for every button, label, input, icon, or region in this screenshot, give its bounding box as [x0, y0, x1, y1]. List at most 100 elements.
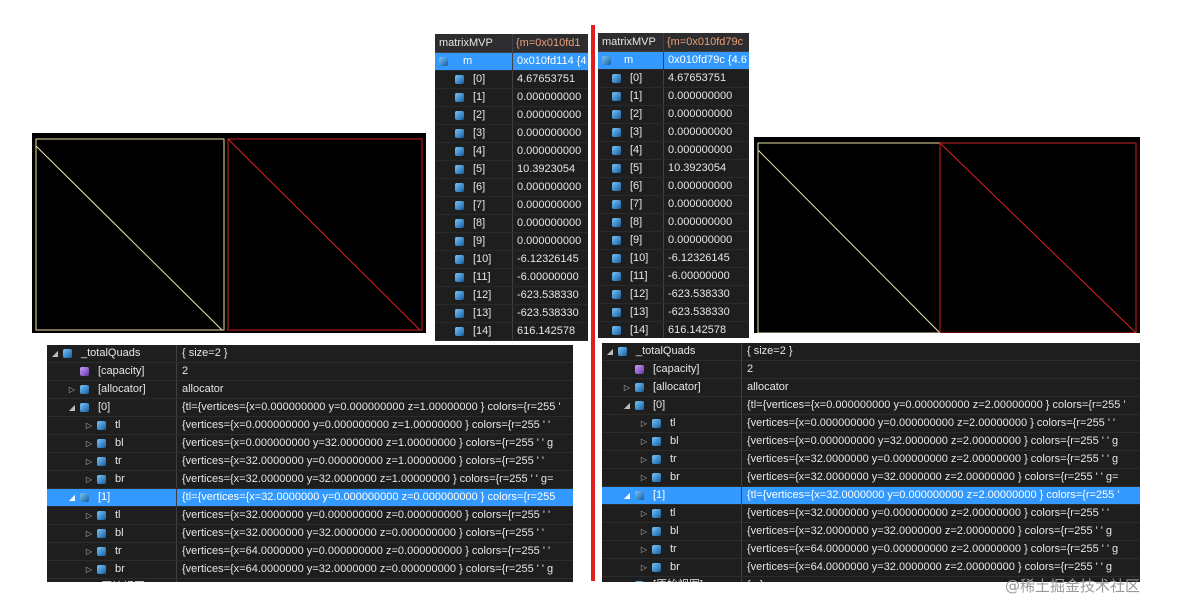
element-value: -6.12326145	[517, 253, 579, 265]
tree-row[interactable]: ▷ [原始视图] {...}	[47, 579, 573, 582]
expand-arrow-icon[interactable]: ▷	[639, 559, 649, 576]
collapse-arrow-icon[interactable]: ◢	[605, 343, 615, 360]
collapse-arrow-icon[interactable]: ◢	[622, 397, 632, 414]
tree-row[interactable]: ▷ tr {vertices={x=64.0000000 y=0.000000000…	[602, 541, 1140, 559]
matrix-element-row[interactable]: [4] 0.000000000	[598, 142, 749, 160]
matrix-element-row[interactable]: [11] -6.00000000	[598, 268, 749, 286]
expand-arrow-icon[interactable]: ▷	[639, 541, 649, 558]
tree-item-value: {vertices={x=32.0000000 y=32.0000000 z=2…	[747, 525, 1113, 537]
tree-row[interactable]: [capacity] 2	[47, 363, 573, 381]
matrix-m-row[interactable]: m 0x010fd79c {4.6	[598, 52, 749, 70]
tree-row[interactable]: ▷ bl {vertices={x=0.000000000 y=32.0000000…	[47, 435, 573, 453]
matrix-element-row[interactable]: [1] 0.000000000	[598, 88, 749, 106]
matrix-element-row[interactable]: [0] 4.67653751	[435, 71, 588, 89]
field-icon	[80, 385, 89, 394]
matrix-element-row[interactable]: [14] 616.142578	[598, 322, 749, 338]
matrix-element-row[interactable]: [9] 0.000000000	[435, 233, 588, 251]
expand-arrow-icon[interactable]: ▷	[639, 433, 649, 450]
matrix-element-row[interactable]: [2] 0.000000000	[435, 107, 588, 125]
expand-arrow-icon[interactable]: ▷	[622, 577, 632, 582]
matrix-element-row[interactable]: [6] 0.000000000	[435, 179, 588, 197]
field-icon	[635, 401, 644, 410]
expand-arrow-icon[interactable]: ▷	[84, 435, 94, 452]
expand-arrow-icon[interactable]: ▷	[639, 523, 649, 540]
tree-row[interactable]: ▷ [allocator] allocator	[602, 379, 1140, 397]
matrix-m-row[interactable]: m 0x010fd114 {4	[435, 53, 588, 71]
field-icon	[612, 164, 621, 173]
tree-row[interactable]: ▷ tl {vertices={x=0.000000000 y=0.00000000…	[602, 415, 1140, 433]
collapse-arrow-icon[interactable]: ◢	[67, 399, 77, 416]
matrix-element-row[interactable]: [0] 4.67653751	[598, 70, 749, 88]
expand-arrow-icon[interactable]: ▷	[67, 579, 77, 582]
tree-item-value: {vertices={x=32.0000000 y=32.0000000 z=1…	[182, 473, 554, 485]
collapse-arrow-icon[interactable]: ◢	[67, 489, 77, 506]
tree-row[interactable]: ◢ [0] {tl={vertices={x=0.000000000 y=0.000…	[602, 397, 1140, 415]
expand-arrow-icon[interactable]: ▷	[84, 453, 94, 470]
matrix-element-row[interactable]: [7] 0.000000000	[435, 197, 588, 215]
tree-row[interactable]: ▷ br {vertices={x=64.0000000 y=32.0000000 …	[47, 561, 573, 579]
matrix-value: {m=0x010fd79c	[667, 36, 744, 48]
tree-row[interactable]: ▷ br {vertices={x=32.0000000 y=32.0000000 …	[602, 469, 1140, 487]
tree-row[interactable]: ▷ tl {vertices={x=32.0000000 y=0.000000000…	[602, 505, 1140, 523]
expand-arrow-icon[interactable]: ▷	[639, 451, 649, 468]
matrix-element-row[interactable]: [10] -6.12326145	[435, 251, 588, 269]
tree-row[interactable]: ◢ _totalQuads { size=2 }	[47, 345, 573, 363]
expand-arrow-icon[interactable]: ▷	[84, 507, 94, 524]
tree-row[interactable]: ▷ bl {vertices={x=0.000000000 y=32.0000000…	[602, 433, 1140, 451]
tree-row[interactable]: ▷ tl {vertices={x=0.000000000 y=0.00000000…	[47, 417, 573, 435]
expand-arrow-icon[interactable]: ▷	[84, 525, 94, 542]
tree-row[interactable]: ◢ [1] {tl={vertices={x=32.0000000 y=0.0000…	[47, 489, 573, 507]
expand-arrow-icon[interactable]: ▷	[84, 543, 94, 560]
element-value: 0.000000000	[668, 216, 733, 228]
matrix-element-row[interactable]: [14] 616.142578	[435, 323, 588, 341]
matrix-element-row[interactable]: [11] -6.00000000	[435, 269, 588, 287]
tree-row[interactable]: ◢ _totalQuads { size=2 }	[602, 343, 1140, 361]
matrix-element-row[interactable]: [1] 0.000000000	[435, 89, 588, 107]
tree-row[interactable]: ▷ tr {vertices={x=64.0000000 y=0.000000000…	[47, 543, 573, 561]
matrix-element-row[interactable]: [13] -623.538330	[435, 305, 588, 323]
tree-row[interactable]: [capacity] 2	[602, 361, 1140, 379]
expand-arrow-icon[interactable]: ▷	[639, 415, 649, 432]
matrix-element-row[interactable]: [9] 0.000000000	[598, 232, 749, 250]
tree-row[interactable]: ▷ [allocator] allocator	[47, 381, 573, 399]
element-value: 616.142578	[517, 325, 576, 337]
matrix-value: {m=0x010fd1	[516, 37, 581, 49]
element-index: [8]	[473, 217, 486, 229]
matrix-element-row[interactable]: [7] 0.000000000	[598, 196, 749, 214]
matrix-element-row[interactable]: [3] 0.000000000	[435, 125, 588, 143]
tree-item-value: {vertices={x=32.0000000 y=0.000000000 z=…	[747, 453, 1119, 465]
matrix-element-row[interactable]: [4] 0.000000000	[435, 143, 588, 161]
tree-row[interactable]: ◢ [0] {tl={vertices={x=0.000000000 y=0.000…	[47, 399, 573, 417]
matrix-element-row[interactable]: [10] -6.12326145	[598, 250, 749, 268]
matrix-element-row[interactable]: [5] 10.3923054	[435, 161, 588, 179]
matrix-element-row[interactable]: [2] 0.000000000	[598, 106, 749, 124]
expand-arrow-icon[interactable]: ▷	[84, 471, 94, 488]
tree-item-value: {tl={vertices={x=32.0000000 y=0.00000000…	[747, 489, 1120, 501]
matrix-element-row[interactable]: [3] 0.000000000	[598, 124, 749, 142]
matrix-element-row[interactable]: [12] -623.538330	[598, 286, 749, 304]
expand-arrow-icon[interactable]: ▷	[67, 381, 77, 398]
tree-row[interactable]: ▷ tl {vertices={x=32.0000000 y=0.000000000…	[47, 507, 573, 525]
tree-row[interactable]: ▷ bl {vertices={x=32.0000000 y=32.0000000 …	[47, 525, 573, 543]
expand-arrow-icon[interactable]: ▷	[639, 505, 649, 522]
matrix-element-row[interactable]: [6] 0.000000000	[598, 178, 749, 196]
tree-item-name: [1]	[653, 489, 666, 501]
tree-row[interactable]: ▷ br {vertices={x=32.0000000 y=32.0000000 …	[47, 471, 573, 489]
matrix-element-row[interactable]: [13] -623.538330	[598, 304, 749, 322]
collapse-arrow-icon[interactable]: ◢	[50, 345, 60, 362]
expand-arrow-icon[interactable]: ▷	[639, 469, 649, 486]
expand-arrow-icon[interactable]: ▷	[84, 561, 94, 578]
expand-arrow-icon[interactable]: ▷	[622, 379, 632, 396]
matrix-element-row[interactable]: [8] 0.000000000	[598, 214, 749, 232]
matrix-element-row[interactable]: [5] 10.3923054	[598, 160, 749, 178]
tree-row[interactable]: ▷ tr {vertices={x=32.0000000 y=0.000000000…	[47, 453, 573, 471]
tree-item-name: br	[670, 471, 680, 483]
tree-row[interactable]: ▷ bl {vertices={x=32.0000000 y=32.0000000 …	[602, 523, 1140, 541]
collapse-arrow-icon[interactable]: ◢	[622, 487, 632, 504]
matrix-element-row[interactable]: [8] 0.000000000	[435, 215, 588, 233]
field-icon	[612, 128, 621, 137]
tree-row[interactable]: ▷ tr {vertices={x=32.0000000 y=0.000000000…	[602, 451, 1140, 469]
matrix-element-row[interactable]: [12] -623.538330	[435, 287, 588, 305]
expand-arrow-icon[interactable]: ▷	[84, 417, 94, 434]
tree-row[interactable]: ◢ [1] {tl={vertices={x=32.0000000 y=0.0000…	[602, 487, 1140, 505]
